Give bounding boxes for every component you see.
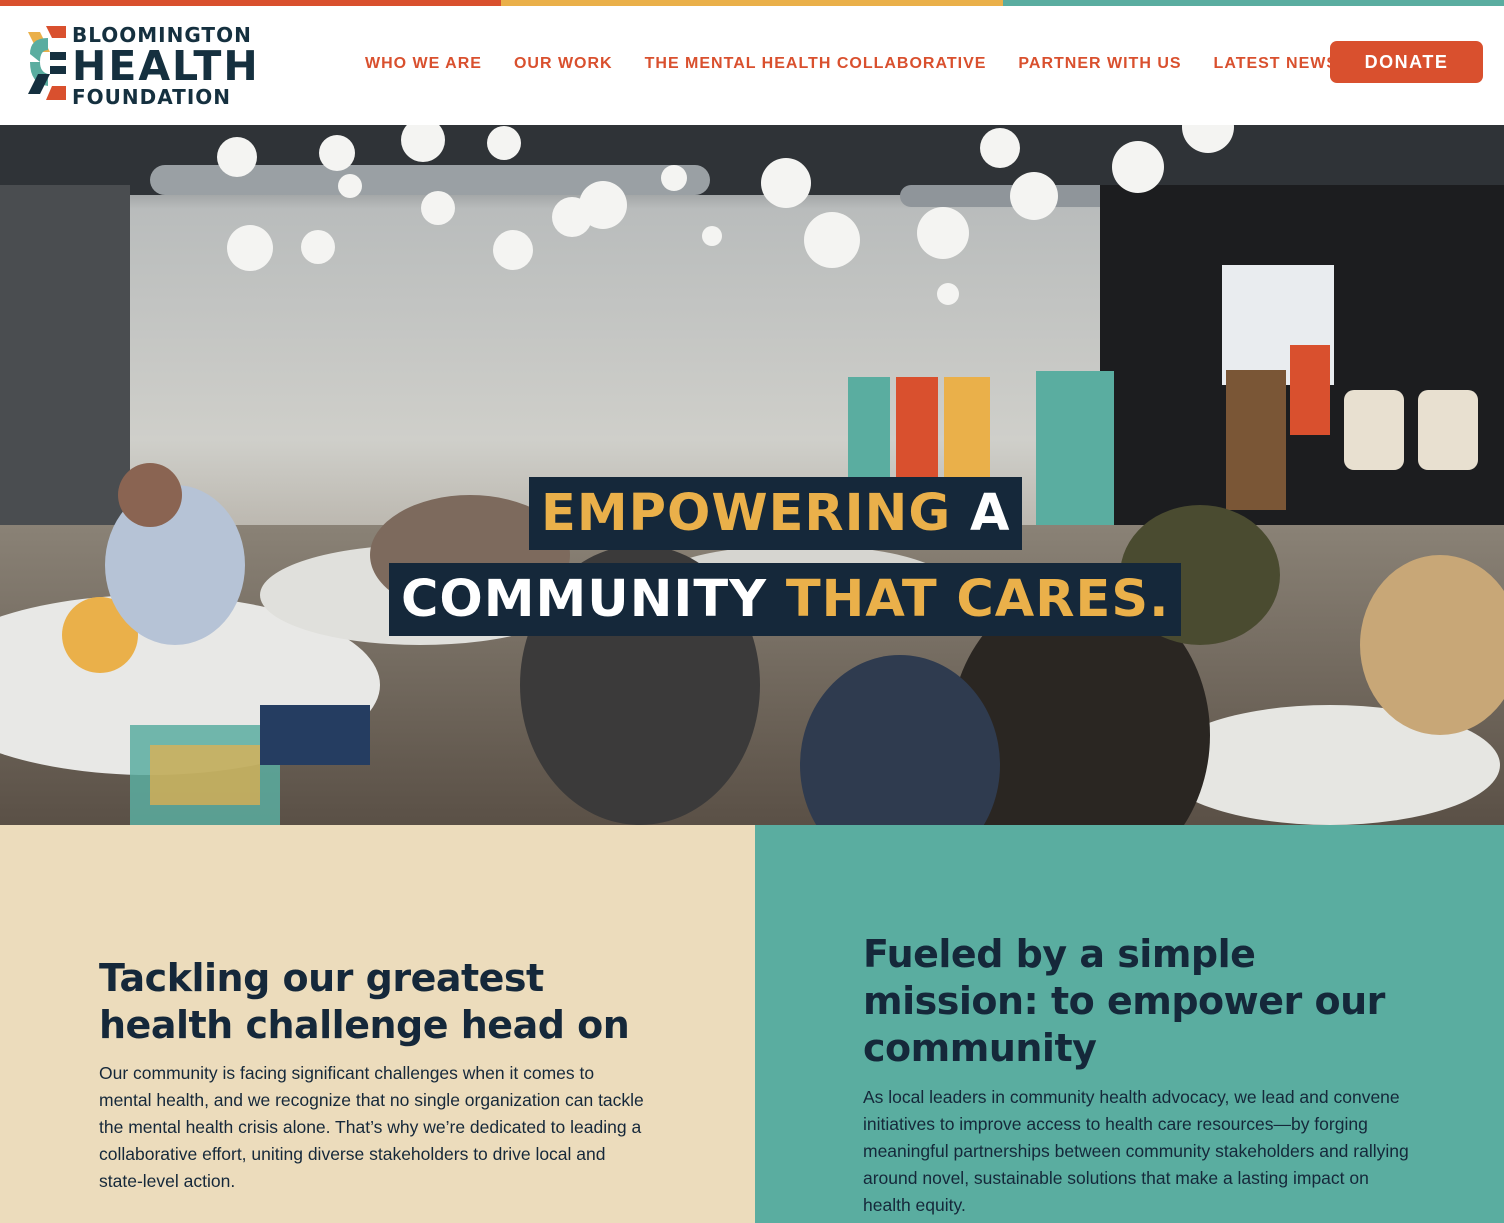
hero-headline-plain-2: COMMUNITY — [401, 570, 786, 629]
nav-partner-with-us[interactable]: PARTNER WITH US — [1018, 55, 1181, 73]
hero-headline-highlight-1: EMPOWERING — [541, 484, 952, 543]
hero-headline-line-2: COMMUNITY THAT CARES. — [389, 563, 1182, 636]
main-nav: WHO WE ARE OUR WORK THE MENTAL HEALTH CO… — [365, 55, 1370, 73]
nav-latest-news[interactable]: LATEST NEWS — [1214, 55, 1338, 73]
nav-our-work[interactable]: OUR WORK — [514, 55, 613, 73]
nav-mental-health-collaborative[interactable]: THE MENTAL HEALTH COLLABORATIVE — [645, 55, 987, 73]
donate-button[interactable]: DONATE — [1330, 41, 1483, 83]
mission-section: Fueled by a simple mission: to empower o… — [755, 825, 1504, 1223]
hero-banner: EMPOWERING A COMMUNITY THAT CARES. — [0, 125, 1504, 825]
foundation-logo[interactable]: BLOOMINGTON HEALTH FOUNDATION — [26, 24, 271, 107]
hero-headline-highlight-2: THAT CARES. — [785, 570, 1170, 629]
hero-headline-line-1: EMPOWERING A — [529, 477, 1023, 550]
site-header: BLOOMINGTON HEALTH FOUNDATION WHO WE ARE… — [0, 6, 1504, 125]
hero-headline-rest-1: A — [951, 484, 1011, 543]
logo-line-2: HEALTH — [72, 42, 260, 90]
nav-who-we-are[interactable]: WHO WE ARE — [365, 55, 482, 73]
mission-body: As local leaders in community health adv… — [863, 1087, 1409, 1215]
logo-line-3: FOUNDATION — [72, 85, 231, 109]
challenge-body: Our community is facing significant chal… — [99, 1063, 644, 1191]
challenge-heading: Tackling our greatest health challenge h… — [99, 956, 630, 1047]
logo-mark-icon — [28, 26, 66, 100]
mission-heading: Fueled by a simple mission: to empower o… — [863, 932, 1385, 1070]
hero-event-photo — [0, 125, 1504, 825]
challenge-section: Tackling our greatest health challenge h… — [0, 825, 755, 1223]
logo-wordmark: BLOOMINGTON HEALTH FOUNDATION — [72, 24, 260, 107]
